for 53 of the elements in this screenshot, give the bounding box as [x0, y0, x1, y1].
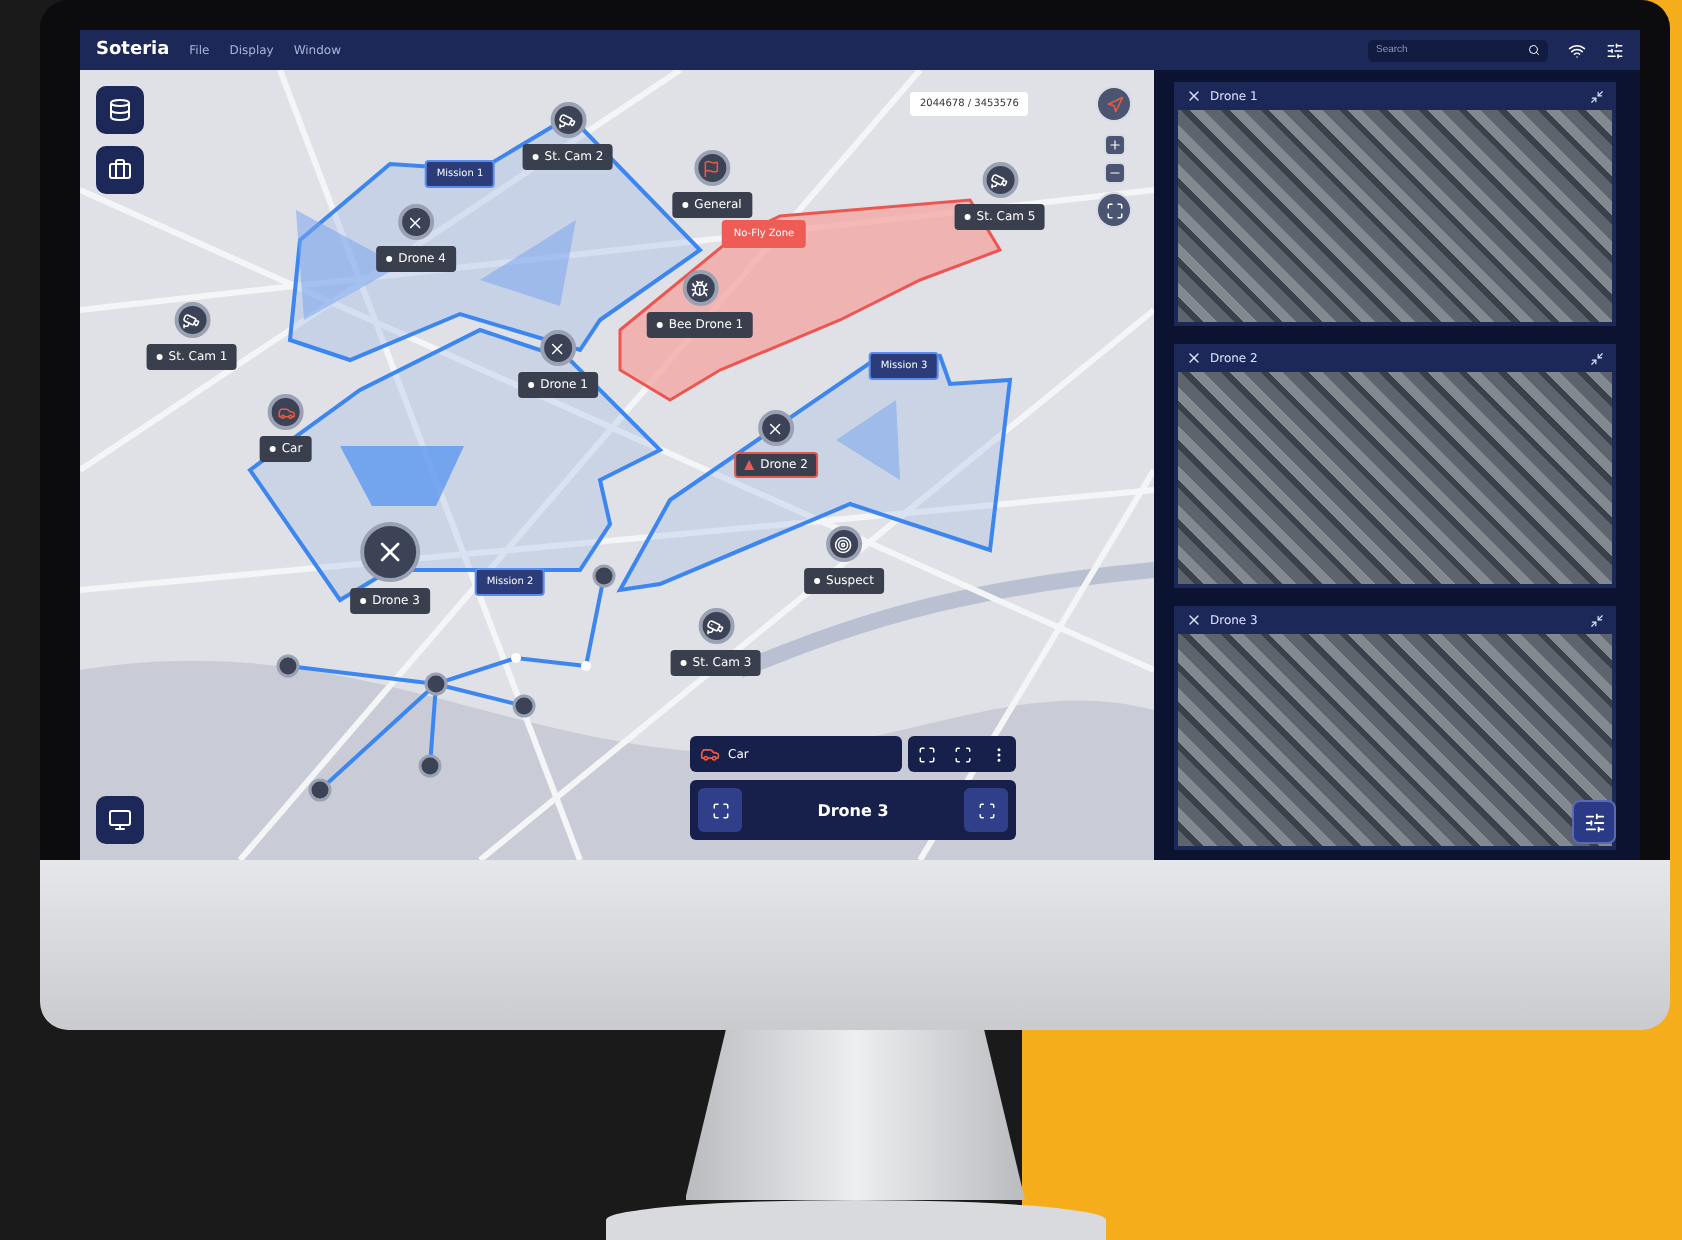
dot-icon — [528, 381, 535, 388]
drone-icon — [767, 419, 785, 437]
fullscreen-icon — [1105, 201, 1123, 219]
dot-icon — [680, 659, 687, 666]
network-button[interactable] — [1572, 800, 1616, 844]
car-icon — [277, 403, 295, 421]
scan-icon — [953, 745, 971, 763]
briefcase-icon — [108, 158, 132, 182]
drone-icon — [1186, 612, 1202, 628]
expand-icon — [711, 801, 729, 819]
minus-icon — [1108, 166, 1122, 180]
resize-icon[interactable] — [1590, 613, 1604, 627]
scan-icon — [977, 801, 995, 819]
compass-icon — [1105, 95, 1123, 113]
app-title: Soteria — [96, 40, 170, 60]
dot-icon — [532, 153, 539, 160]
car-icon — [700, 744, 720, 764]
target-icon — [835, 535, 853, 553]
camera-icon — [183, 311, 201, 329]
dot-icon — [386, 255, 393, 262]
resize-icon[interactable] — [1590, 89, 1604, 103]
dot-icon — [360, 597, 367, 604]
camera-icon — [991, 171, 1009, 189]
monitor-icon — [108, 808, 132, 832]
dot-icon — [156, 353, 163, 360]
dot-icon — [656, 321, 663, 328]
camera-icon — [559, 111, 577, 129]
dot-icon — [682, 201, 689, 208]
wifi-icon[interactable] — [1568, 41, 1586, 59]
drone-icon — [407, 213, 425, 231]
expand-icon — [917, 745, 935, 763]
bug-icon — [691, 279, 709, 297]
flag-icon — [703, 159, 721, 177]
zoom-in-button[interactable] — [1104, 134, 1126, 156]
drone-icon — [1186, 350, 1202, 366]
drone-icon — [1186, 88, 1202, 104]
sliders-icon — [1583, 811, 1605, 833]
screen-button[interactable] — [96, 796, 144, 844]
database-icon — [108, 98, 132, 122]
target-name: Drone 3 — [815, 801, 891, 819]
dot-icon — [814, 577, 821, 584]
plus-icon — [1108, 138, 1122, 152]
layers-button[interactable] — [96, 86, 144, 134]
drone-icon — [549, 339, 567, 357]
dot-icon — [269, 445, 276, 452]
settings-icon[interactable] — [1606, 41, 1624, 59]
briefcase-button[interactable] — [96, 146, 144, 194]
search-icon — [1528, 44, 1540, 56]
zoom-out-button[interactable] — [1104, 162, 1126, 184]
warning-icon — [744, 459, 755, 470]
dot-icon — [964, 213, 971, 220]
camera-icon — [707, 617, 725, 635]
resize-icon[interactable] — [1590, 351, 1604, 365]
